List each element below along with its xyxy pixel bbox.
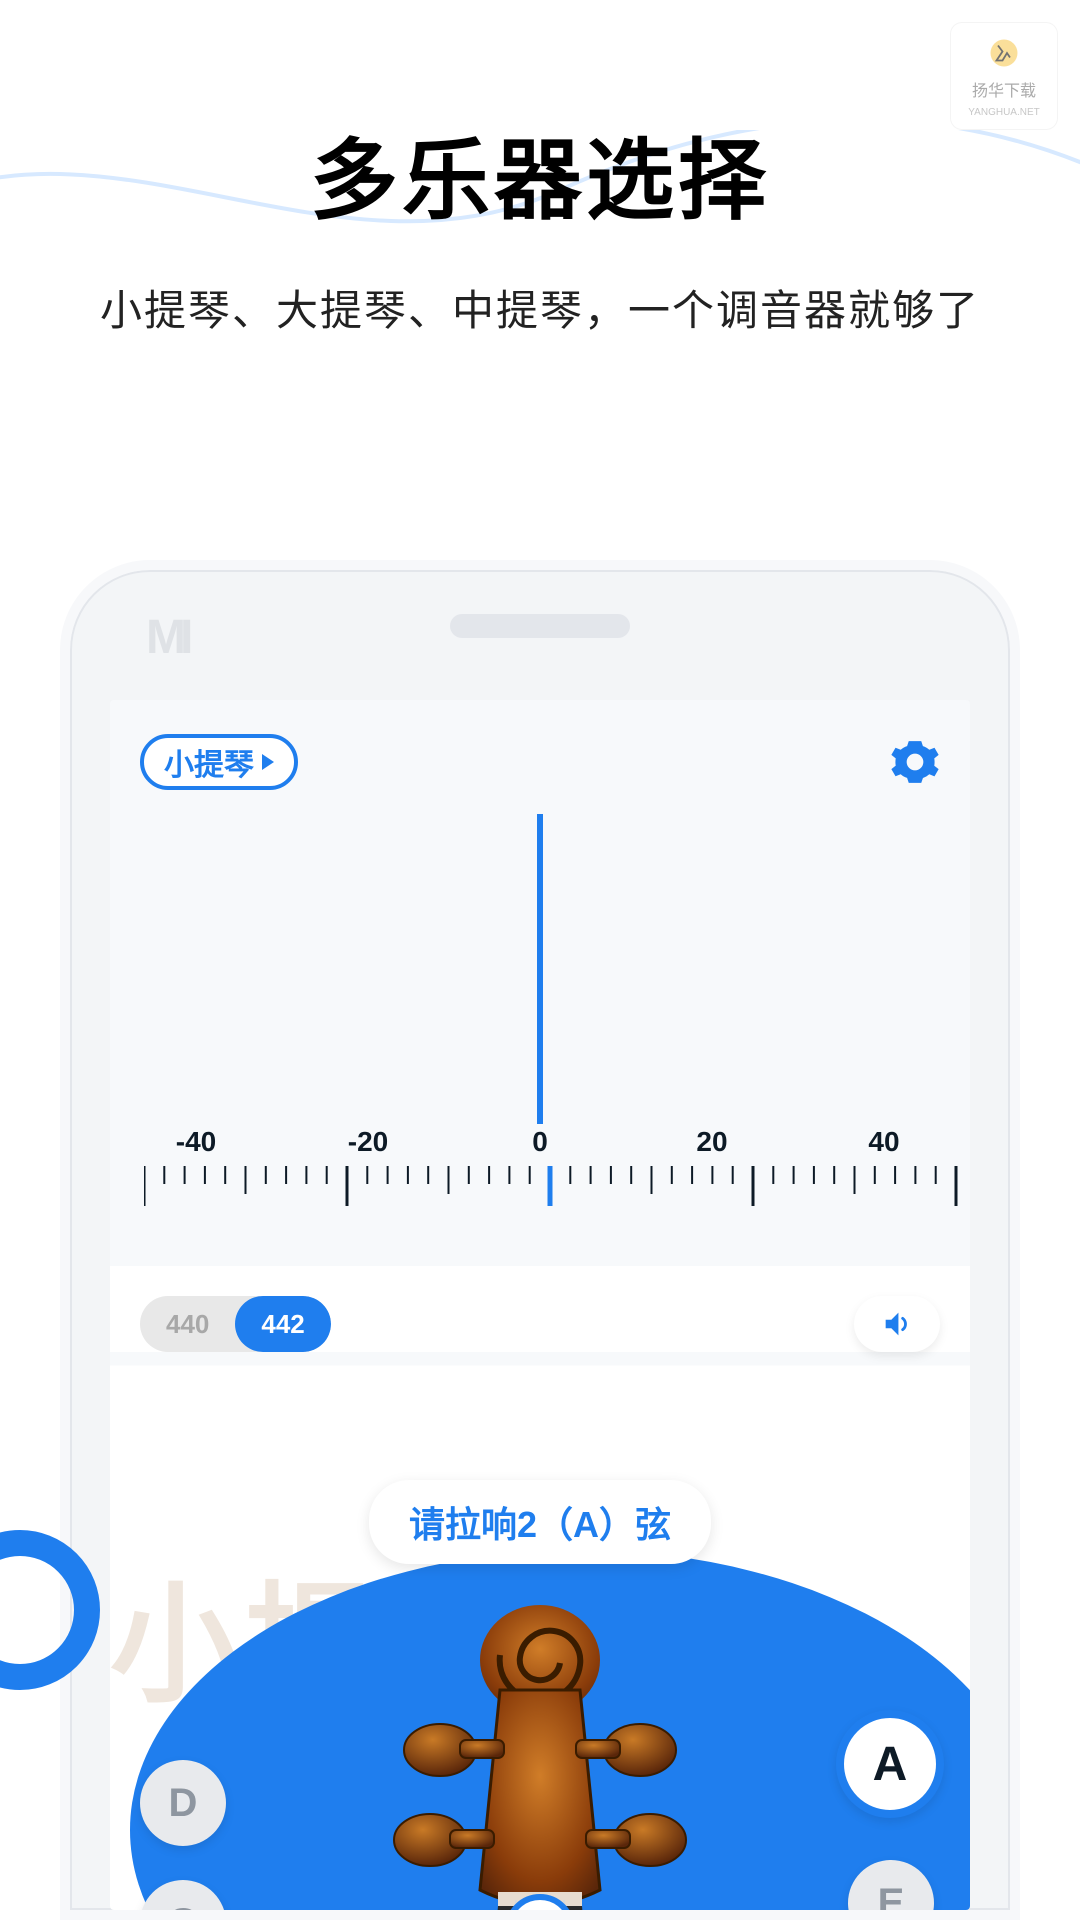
string-chip-a[interactable]: A <box>836 1710 944 1818</box>
tuner-scale: -40-2002040 <box>110 1126 970 1256</box>
sound-button[interactable] <box>854 1296 940 1352</box>
dropdown-triangle-icon <box>262 754 274 770</box>
string-chip-d[interactable]: D <box>140 1760 226 1846</box>
instrument-selector[interactable]: 小提琴 <box>140 734 298 790</box>
hz-option-440[interactable]: 440 <box>140 1296 235 1352</box>
violin-illustration <box>330 1600 750 1910</box>
site-watermark-line1: 扬华下载 <box>972 77 1036 101</box>
speaker-icon <box>880 1307 914 1341</box>
marketing-hero: 多乐器选择 小提琴、大提琴、中提琴，一个调音器就够了 <box>0 0 1080 520</box>
scale-labels: -40-2002040 <box>110 1126 970 1158</box>
hero-title: 多乐器选择 <box>0 110 1080 237</box>
hz-option-442[interactable]: 442 <box>235 1296 330 1352</box>
site-watermark-line2: YANGHUA.NET <box>968 107 1040 118</box>
string-chip-g-label: G <box>167 1901 198 1911</box>
scale-ticks <box>144 1166 970 1236</box>
instruction-bubble: 请拉响2（A）弦 <box>369 1480 711 1564</box>
tuner-needle <box>536 814 544 1124</box>
instrument-selector-label: 小提琴 <box>164 740 254 784</box>
app-screen: 小提琴 -40-2002040 440442 <box>110 700 970 1910</box>
settings-button[interactable] <box>890 737 940 787</box>
tuner-gauge: -40-2002040 <box>110 796 970 1266</box>
phone-brand: MI <box>146 610 187 665</box>
hero-subtitle: 小提琴、大提琴、中提琴，一个调音器就够了 <box>0 277 1080 338</box>
hz-toggle[interactable]: 440442 <box>140 1296 331 1352</box>
string-chip-e-label: E <box>878 1881 905 1911</box>
string-chip-a-label: A <box>873 1737 908 1792</box>
phone-frame: MI 小提琴 -40-2002040 440442 <box>60 560 1020 1920</box>
options-row: 440442 <box>110 1266 970 1352</box>
string-chip-d-label: D <box>169 1781 198 1826</box>
app-topbar: 小提琴 <box>110 700 970 790</box>
site-watermark: 扬华下载 YANGHUA.NET <box>950 22 1058 130</box>
